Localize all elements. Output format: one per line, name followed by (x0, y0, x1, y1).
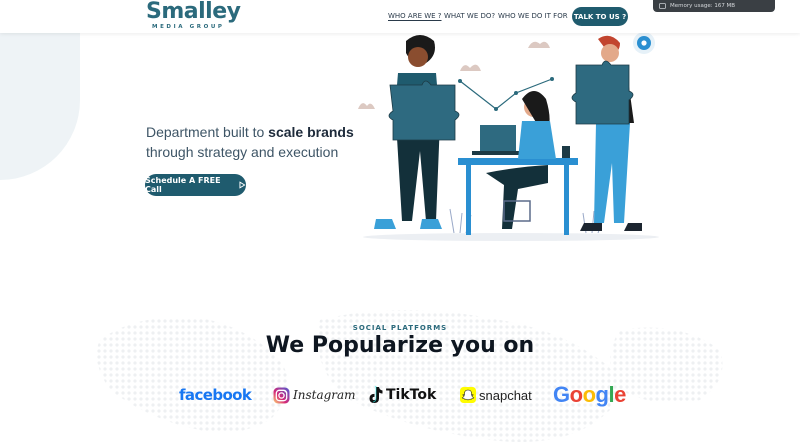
tiktok-logo[interactable]: TikTok (367, 383, 436, 407)
tiktok-wordmark: TikTok (386, 387, 437, 403)
memory-usage-text: Memory usage: 167 MB (670, 3, 736, 9)
instagram-wordmark: Instagram (293, 388, 356, 402)
nav-who-are-we[interactable]: WHO ARE WE ? (388, 12, 442, 20)
google-letter: G (553, 382, 570, 407)
puzzle-piece-right (571, 60, 634, 125)
logo-subtext: MEDIA GROUP (152, 24, 225, 30)
cloud-shape (528, 41, 558, 48)
headline-bold: scale brands (268, 124, 354, 140)
cloud-shape (358, 103, 375, 109)
nav-what-we-do[interactable]: WHAT WE DO? (444, 12, 495, 20)
tiktok-icon (369, 386, 383, 403)
ground-shadow (363, 233, 659, 241)
puzzle-piece-left (388, 80, 460, 141)
headline-line2: through strategy and execution (146, 144, 339, 160)
snapchat-logo[interactable]: snapchat (460, 383, 532, 407)
schedule-call-button[interactable]: Schedule A FREE Call (145, 174, 246, 196)
pen-holder (562, 146, 570, 158)
play-arrow-icon (239, 181, 246, 189)
snapchat-wordmark: snapchat (479, 387, 532, 403)
instagram-logo[interactable]: Instagram (273, 383, 356, 407)
background-shape (0, 20, 80, 180)
google-letter: o (582, 382, 596, 407)
facebook-wordmark: facebook (179, 386, 252, 404)
headline-prefix: Department built to (146, 124, 269, 140)
memory-icon (659, 3, 666, 9)
instagram-icon (273, 387, 290, 403)
google-logo[interactable]: Google (553, 382, 626, 408)
google-letter: g (595, 382, 609, 407)
cloud-shape (460, 64, 489, 71)
logo-text: Smalley (146, 0, 241, 24)
snapchat-icon (460, 387, 476, 403)
section-title: We Popularize you on (265, 333, 535, 358)
world-map-background (96, 310, 723, 442)
google-letter: o (569, 382, 583, 407)
schedule-call-label: Schedule A FREE Call (145, 176, 221, 194)
hero-illustration (358, 33, 659, 241)
memory-usage-badge: Memory usage: 167 MB (653, 0, 775, 12)
desk-top (458, 158, 578, 165)
talk-to-us-button[interactable]: TALK TO US ? (572, 7, 628, 26)
laptop (480, 125, 516, 151)
hero-headline: Department built to scale brands through… (146, 122, 354, 162)
google-letter: e (614, 382, 626, 407)
section-eyebrow: SOCIAL PLATFORMS (352, 324, 448, 332)
facebook-logo[interactable]: facebook (179, 383, 252, 407)
nav-who-we-do-it-for[interactable]: WHO WE DO IT FOR (498, 12, 568, 20)
google-wordmark: Google (553, 382, 626, 408)
logo[interactable]: Smalley MEDIA GROUP (146, 0, 246, 30)
